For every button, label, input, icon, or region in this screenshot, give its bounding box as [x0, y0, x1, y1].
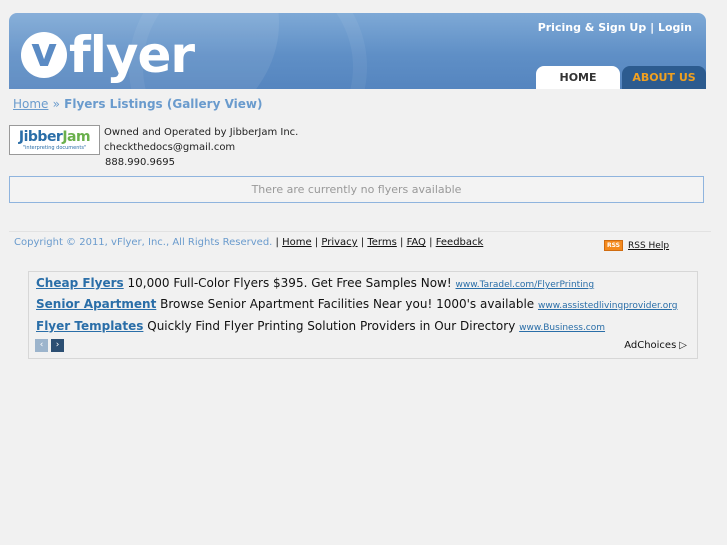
- ad-text: 10,000 Full-Color Flyers $395. Get Free …: [127, 276, 452, 290]
- adchoices-link[interactable]: AdChoices ▷: [624, 340, 687, 351]
- chevron-right-icon[interactable]: ›: [51, 339, 64, 352]
- tab-home[interactable]: HOME: [536, 66, 620, 89]
- jibberjam-logo: JibberJam "interpreting documents": [9, 125, 100, 155]
- ad-panel: Cheap Flyers 10,000 Full-Color Flyers $3…: [28, 271, 698, 359]
- site-footer: Copyright © 2011, vFlyer, Inc., All Righ…: [14, 237, 484, 248]
- breadcrumb: Home » Flyers Listings (Gallery View): [13, 97, 262, 111]
- rss-icon[interactable]: RSS: [604, 240, 623, 251]
- rss-area: RSS RSS Help: [604, 240, 669, 251]
- no-flyers-notice: There are currently no flyers available: [9, 176, 704, 203]
- ad-url-link[interactable]: www.assistedlivingprovider.org: [538, 301, 678, 311]
- login-link[interactable]: Login: [658, 21, 692, 34]
- ad-title-link[interactable]: Flyer Templates: [36, 319, 143, 333]
- content-divider: [9, 231, 711, 232]
- jibberjam-logo-brand-a: Jibber: [18, 128, 63, 145]
- rss-help-link[interactable]: RSS Help: [628, 241, 669, 251]
- footer-home-link[interactable]: Home: [282, 237, 312, 248]
- ad-text: Browse Senior Apartment Facilities Near …: [160, 297, 535, 311]
- breadcrumb-separator: »: [52, 97, 60, 111]
- jibberjam-logo-brand-b: Jam: [62, 128, 91, 145]
- footer-terms-link[interactable]: Terms: [367, 237, 396, 248]
- owner-email: checkthedocs@gmail.com: [104, 142, 236, 153]
- vflyer-logo[interactable]: v flyer: [21, 26, 195, 84]
- owner-phone: 888.990.9695: [105, 157, 175, 168]
- tab-about-us[interactable]: ABOUT US: [622, 66, 706, 89]
- page-title: Flyers Listings (Gallery View): [64, 97, 263, 111]
- footer-faq-link[interactable]: FAQ: [407, 237, 426, 248]
- breadcrumb-home-link[interactable]: Home: [13, 97, 48, 111]
- chevron-left-icon[interactable]: ‹: [35, 339, 48, 352]
- owner-operated-by: Owned and Operated by JibberJam Inc.: [104, 127, 299, 138]
- ad-title-link[interactable]: Cheap Flyers: [36, 276, 124, 290]
- ad-url-link[interactable]: www.Taradel.com/FlyerPrinting: [456, 280, 595, 290]
- ad-url-link[interactable]: www.Business.com: [519, 323, 605, 333]
- owner-info: Owned and Operated by JibberJam Inc. che…: [104, 125, 298, 170]
- account-links-separator: |: [650, 21, 655, 34]
- footer-privacy-link[interactable]: Privacy: [321, 237, 357, 248]
- ad-text: Quickly Find Flyer Printing Solution Pro…: [147, 319, 516, 333]
- main-nav-tabs: HOME ABOUT US: [536, 66, 706, 89]
- copyright-text: Copyright © 2011, vFlyer, Inc., All Righ…: [14, 237, 273, 248]
- pricing-signup-link[interactable]: Pricing & Sign Up: [538, 21, 647, 34]
- site-header: v flyer Pricing & Sign Up | Login HOME A…: [9, 13, 706, 89]
- footer-feedback-link[interactable]: Feedback: [436, 237, 484, 248]
- ad-pager: ‹ ›: [35, 339, 64, 352]
- logo-wordmark: flyer: [69, 26, 195, 84]
- jibberjam-logo-brand: JibberJam: [18, 128, 91, 145]
- adchoices-icon: ▷: [679, 340, 687, 351]
- ad-item: Flyer Templates Quickly Find Flyer Print…: [36, 319, 605, 333]
- ad-item: Senior Apartment Browse Senior Apartment…: [36, 297, 678, 311]
- ad-item: Cheap Flyers 10,000 Full-Color Flyers $3…: [36, 276, 594, 290]
- adchoices-label: AdChoices: [624, 340, 677, 351]
- ad-title-link[interactable]: Senior Apartment: [36, 297, 156, 311]
- account-links: Pricing & Sign Up | Login: [538, 21, 692, 34]
- jibberjam-logo-tagline: "interpreting documents": [22, 144, 87, 151]
- logo-v-mark: v: [21, 32, 67, 78]
